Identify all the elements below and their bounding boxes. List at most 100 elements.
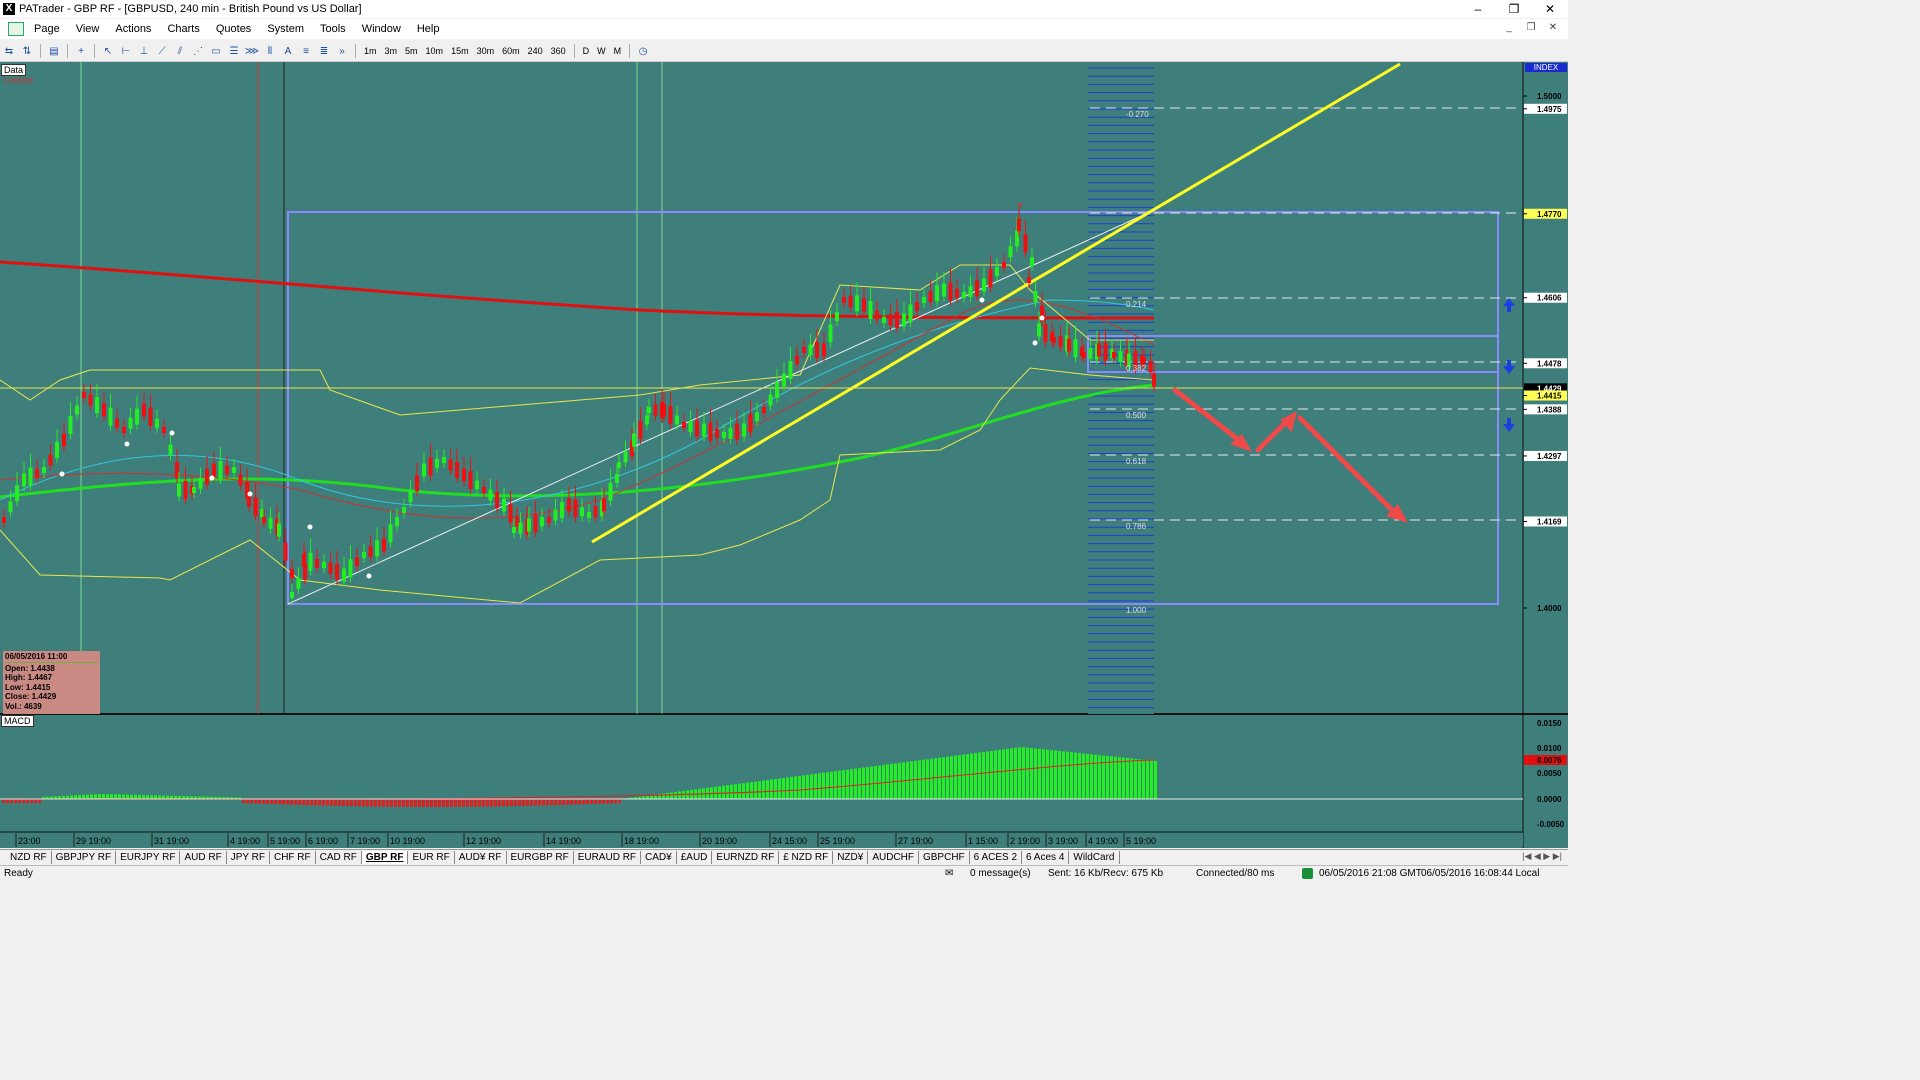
close-icon[interactable]: ✕: [1532, 0, 1568, 18]
message-icon[interactable]: ✉: [945, 868, 953, 879]
symbol-tab[interactable]: 6 Aces 4: [1022, 851, 1070, 864]
macd-bar: [718, 786, 721, 799]
symbol-tab[interactable]: EURJPY RF: [116, 851, 181, 864]
menu-view[interactable]: View: [68, 23, 108, 35]
period-m[interactable]: M: [610, 46, 626, 56]
macd-bar: [6, 799, 9, 803]
menu-tools[interactable]: Tools: [312, 23, 354, 35]
candle-body: [808, 344, 813, 356]
candle-body: [68, 416, 73, 434]
symbol-tab[interactable]: EURNZD RF: [712, 851, 780, 864]
trendline-icon[interactable]: ⟋: [155, 45, 169, 58]
text-icon[interactable]: A: [281, 45, 295, 58]
time-axis-label: 4 19:00: [1088, 836, 1118, 846]
hline-icon[interactable]: ⊢: [119, 45, 133, 58]
candle-body: [48, 454, 53, 466]
fib-time-icon[interactable]: ≡: [299, 45, 313, 58]
crosshair-icon[interactable]: +: [74, 45, 88, 58]
trade-icon[interactable]: ⇅: [20, 45, 34, 58]
fib-fan-icon[interactable]: ⋰: [191, 45, 205, 58]
cursor-icon[interactable]: ⇆: [2, 45, 16, 58]
minimize-icon[interactable]: –: [1460, 0, 1496, 18]
macd-bar: [402, 799, 405, 807]
macd-bar: [338, 799, 341, 806]
symbol-tab[interactable]: AUD¥ RF: [455, 851, 507, 864]
candle-body: [488, 489, 493, 501]
tf-3m[interactable]: 3m: [381, 46, 402, 56]
candle-body: [168, 444, 173, 456]
symbol-tab[interactable]: GBPJPY RF: [52, 851, 117, 864]
candle-body: [175, 462, 179, 478]
tf-15m[interactable]: 15m: [447, 46, 473, 56]
symbol-tab[interactable]: CAD¥: [641, 851, 677, 864]
tf-1m[interactable]: 1m: [360, 46, 381, 56]
more-icon[interactable]: »: [335, 45, 349, 58]
symbol-tab[interactable]: 6 ACES 2: [970, 851, 1023, 864]
symbol-tab[interactable]: GBP RF: [361, 851, 409, 864]
time-axis-label: 25 19:00: [820, 836, 855, 846]
symbol-tab[interactable]: GBPCHF: [919, 851, 970, 864]
symbol-tab[interactable]: EUR RF: [408, 851, 455, 864]
macd-bar: [1122, 757, 1125, 799]
fib-ext-icon[interactable]: ≣: [317, 45, 331, 58]
period-d[interactable]: D: [579, 46, 594, 56]
symbol-tab[interactable]: EURGBP RF: [507, 851, 574, 864]
symbol-tab[interactable]: CHF RF: [270, 851, 316, 864]
candle-body: [922, 297, 926, 303]
menu-quotes[interactable]: Quotes: [208, 23, 259, 35]
candle-body: [62, 433, 66, 447]
mdi-restore-icon[interactable]: ❐: [1520, 22, 1542, 33]
menu-charts[interactable]: Charts: [159, 23, 207, 35]
channel-icon[interactable]: ⫽: [173, 45, 187, 58]
macd-bar: [1038, 748, 1041, 799]
symbol-tab[interactable]: £AUD: [677, 851, 713, 864]
symbol-tab[interactable]: CAD RF: [316, 851, 362, 864]
menu-system[interactable]: System: [259, 23, 312, 35]
symbol-tab[interactable]: WildCard: [1069, 851, 1120, 864]
candle-body: [155, 418, 159, 428]
macd-bar: [938, 757, 941, 799]
macd-bar: [930, 758, 933, 799]
pointer-icon[interactable]: ↖: [101, 45, 115, 58]
tab-scroll-icon[interactable]: |◀ ◀ ▶ ▶|: [1522, 851, 1562, 862]
gann-icon[interactable]: ⋙: [245, 45, 259, 58]
menu-page[interactable]: Page: [26, 23, 68, 35]
symbol-tab[interactable]: EURAUD RF: [574, 851, 642, 864]
vline-icon[interactable]: ⊥: [137, 45, 151, 58]
tf-60m[interactable]: 60m: [498, 46, 524, 56]
candle-body: [225, 465, 229, 475]
tf-360[interactable]: 360: [547, 46, 570, 56]
candle-body: [623, 451, 628, 463]
symbol-tab[interactable]: JPY RF: [227, 851, 270, 864]
chart-area[interactable]: ♦ 1.5000 1.4975 1.4770 1.4606 1.4478 1.4429 1.…: [0, 62, 1568, 848]
signal-dot: [169, 430, 175, 436]
time-axis-label: 3 19:00: [1048, 836, 1078, 846]
menu-actions[interactable]: Actions: [107, 23, 159, 35]
candle-body: [415, 475, 419, 492]
rectangle-icon[interactable]: ▭: [209, 45, 223, 58]
page-icon[interactable]: [8, 22, 24, 36]
symbol-tab[interactable]: AUDCHF: [868, 851, 919, 864]
symbol-tab[interactable]: £ NZD RF: [779, 851, 834, 864]
cycle-icon[interactable]: ⦀: [263, 45, 277, 58]
macd-axis-label: 0.0100: [1537, 744, 1562, 753]
symbol-tab[interactable]: AUD RF: [180, 851, 227, 864]
candle-body: [982, 278, 986, 292]
period-w[interactable]: W: [593, 46, 610, 56]
clock-icon[interactable]: ◷: [636, 45, 650, 58]
chart-icon[interactable]: ▤: [47, 45, 61, 58]
symbol-tab[interactable]: NZD RF: [6, 851, 52, 864]
tf-10m[interactable]: 10m: [422, 46, 448, 56]
macd-bar: [882, 764, 885, 799]
price-chart[interactable]: ♦ 1.50001.49751.47701.46061.44781.44291.…: [0, 62, 1568, 848]
mdi-close-icon[interactable]: ✕: [1542, 22, 1564, 33]
restore-icon[interactable]: ❐: [1496, 0, 1532, 18]
symbol-tab[interactable]: NZD¥: [833, 851, 869, 864]
menu-window[interactable]: Window: [354, 23, 409, 35]
tf-5m[interactable]: 5m: [401, 46, 422, 56]
mdi-minimize-icon[interactable]: _: [1498, 22, 1520, 33]
fib-retracement-icon[interactable]: ☰: [227, 45, 241, 58]
tf-240[interactable]: 240: [524, 46, 547, 56]
tf-30m[interactable]: 30m: [473, 46, 499, 56]
menu-help[interactable]: Help: [409, 23, 448, 35]
